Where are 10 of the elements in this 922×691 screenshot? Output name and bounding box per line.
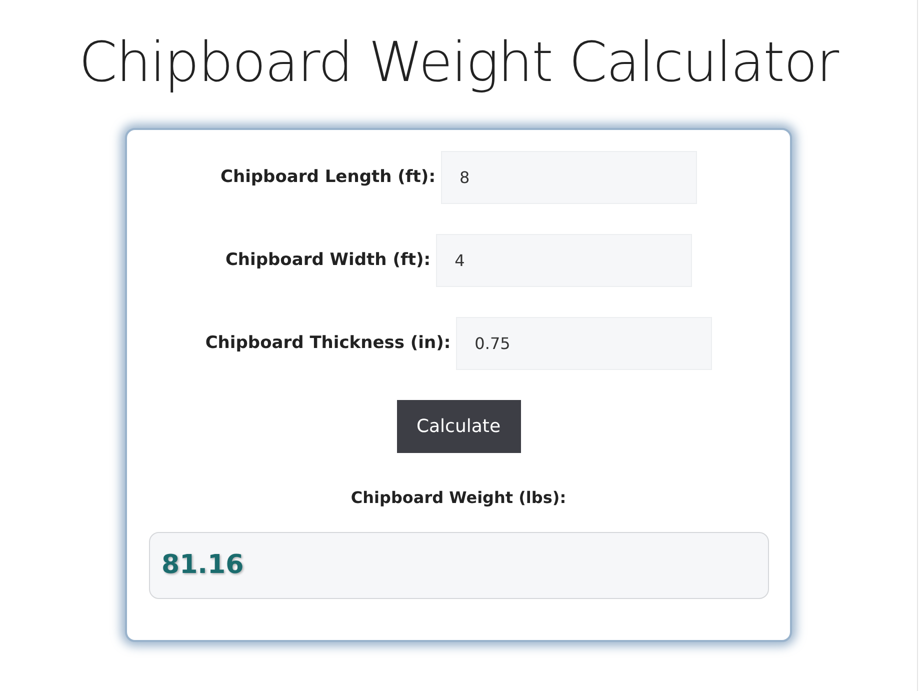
field-label: Chipboard Thickness (in):: [205, 332, 451, 355]
field-label: Chipboard Length (ft):: [220, 166, 436, 189]
result-value: 81.16: [162, 549, 244, 582]
input-field[interactable]: 4: [436, 234, 692, 287]
calculate-button[interactable]: Calculate: [396, 400, 520, 453]
input-field[interactable]: 0.75: [456, 317, 712, 370]
page-title: Chipboard Weight Calculator: [78, 29, 838, 96]
field-label: Chipboard Width (ft):: [225, 248, 431, 272]
input-field[interactable]: 8: [440, 151, 696, 204]
result-label: Chipboard Weight (lbs):: [350, 487, 566, 509]
